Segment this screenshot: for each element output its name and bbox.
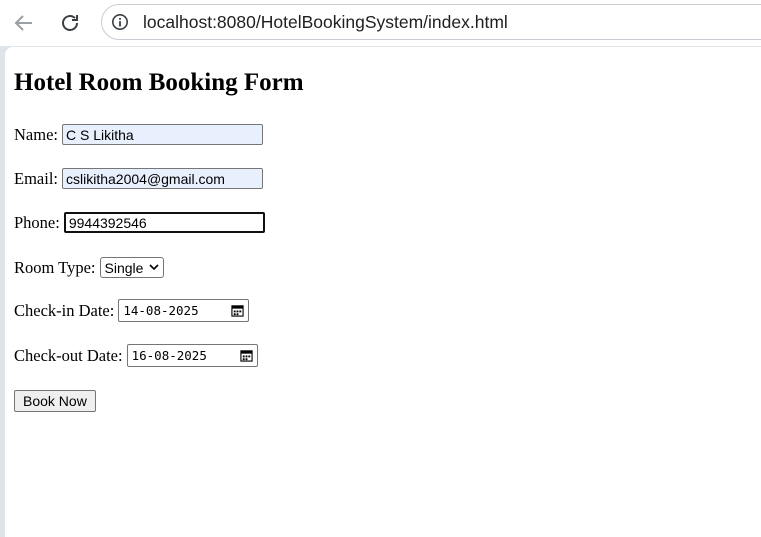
check-in-input[interactable]: 14-08-2025 xyxy=(118,299,250,322)
check-out-value: 16-08-2025 xyxy=(131,348,207,363)
book-now-button[interactable]: Book Now xyxy=(14,390,96,412)
address-bar[interactable]: localhost:8080/HotelBookingSystem/index.… xyxy=(101,4,761,40)
name-input[interactable]: C S Likitha xyxy=(61,124,263,145)
check-in-label: Check-in Date: xyxy=(14,300,115,320)
check-out-input[interactable]: 16-08-2025 xyxy=(126,344,258,367)
email-label: Email: xyxy=(14,168,58,188)
page-title: Hotel Room Booking Form xyxy=(14,69,304,96)
email-row: Email: cslikitha2004@gmail.com xyxy=(14,168,263,189)
room-type-select[interactable]: Single xyxy=(99,257,165,278)
room-type-row: Room Type: Single xyxy=(14,257,165,278)
name-row: Name: C S Likitha xyxy=(14,124,263,145)
room-type-value: Single xyxy=(104,259,144,276)
url-text[interactable]: localhost:8080/HotelBookingSystem/index.… xyxy=(143,12,508,33)
info-circle-icon[interactable] xyxy=(111,13,129,31)
room-type-label: Room Type: xyxy=(14,257,96,277)
phone-input[interactable]: 9944392546 xyxy=(63,212,265,233)
check-out-label: Check-out Date: xyxy=(14,345,123,365)
phone-label: Phone: xyxy=(14,212,60,232)
reload-icon xyxy=(62,15,78,31)
chevron-down-icon xyxy=(149,264,160,271)
check-out-row: Check-out Date: 16-08-2025 xyxy=(14,344,258,367)
browser-toolbar: localhost:8080/HotelBookingSystem/index.… xyxy=(0,0,761,46)
phone-row: Phone: 9944392546 xyxy=(14,212,265,233)
back-button[interactable] xyxy=(9,8,39,38)
check-in-row: Check-in Date: 14-08-2025 xyxy=(14,299,250,322)
name-label: Name: xyxy=(14,124,58,144)
email-input[interactable]: cslikitha2004@gmail.com xyxy=(62,168,263,189)
page-content: Hotel Room Booking Form Name: C S Likith… xyxy=(5,47,761,537)
reload-button[interactable] xyxy=(55,8,85,38)
check-in-value: 14-08-2025 xyxy=(123,303,199,318)
calendar-icon[interactable] xyxy=(239,349,253,362)
calendar-icon[interactable] xyxy=(231,304,244,317)
arrow-left-icon xyxy=(14,15,32,31)
